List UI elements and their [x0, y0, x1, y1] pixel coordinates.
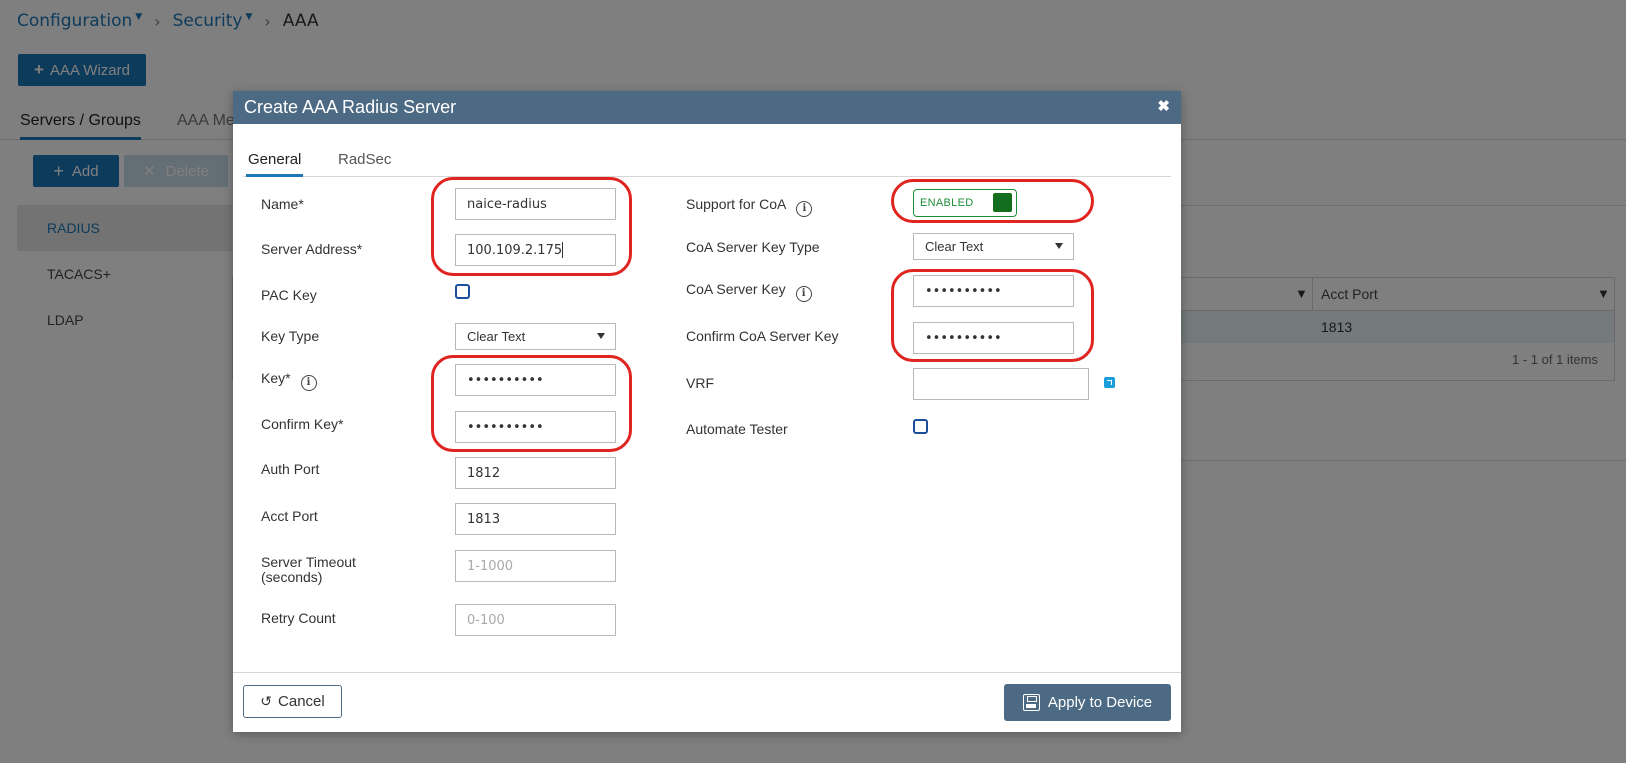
confirm-key-label: Confirm Key* — [261, 416, 344, 432]
support-coa-state: ENABLED — [920, 197, 974, 209]
support-coa-toggle[interactable]: ENABLED — [913, 189, 1017, 217]
create-radius-server-dialog: Create AAA Radius Server ✖ General RadSe… — [233, 91, 1181, 732]
vrf-input[interactable] — [913, 368, 1089, 400]
acct-port-value: 1813 — [467, 511, 501, 527]
server-timeout-label: Server Timeout (seconds) — [261, 555, 356, 585]
apply-to-device-button[interactable]: Apply to Device — [1004, 684, 1171, 721]
confirm-coa-key-label: Confirm CoA Server Key — [686, 328, 839, 344]
confirm-coa-key-value: •••••••••• — [925, 330, 1002, 346]
info-icon[interactable]: i — [300, 375, 317, 391]
name-value: naice-radius — [467, 196, 547, 212]
dialog-footer: ↺ Cancel Apply to Device — [233, 672, 1181, 732]
undo-icon: ↺ — [260, 693, 273, 709]
server-address-label: Server Address* — [261, 241, 363, 257]
dialog-header: Create AAA Radius Server ✖ — [233, 91, 1181, 124]
auth-port-input[interactable]: 1812 — [455, 457, 616, 489]
key-type-select[interactable]: Clear Text — [455, 323, 616, 350]
coa-key-input[interactable]: •••••••••• — [913, 275, 1074, 307]
coa-key-type-value: Clear Text — [925, 239, 984, 254]
auth-port-value: 1812 — [467, 465, 501, 481]
confirm-key-input[interactable]: •••••••••• — [455, 411, 616, 443]
coa-key-type-select[interactable]: Clear Text — [913, 233, 1074, 260]
support-coa-label: Support for CoA i — [686, 196, 813, 217]
toggle-knob — [993, 193, 1012, 212]
tab-radsec[interactable]: RadSec — [338, 151, 391, 168]
text-cursor — [562, 242, 564, 258]
auth-port-label: Auth Port — [261, 461, 320, 477]
dialog-tabs: General RadSec — [243, 144, 1171, 177]
save-icon — [1022, 694, 1040, 711]
server-timeout-label-line2: (seconds) — [261, 569, 323, 585]
coa-key-label-text: CoA Server Key — [686, 281, 786, 297]
key-value: •••••••••• — [467, 372, 544, 388]
info-icon[interactable]: i — [796, 201, 813, 217]
automate-tester-label: Automate Tester — [686, 421, 788, 437]
coa-key-type-label: CoA Server Key Type — [686, 239, 820, 255]
tab-general[interactable]: General — [246, 151, 304, 177]
server-timeout-input[interactable]: 1-1000 — [455, 550, 616, 582]
confirm-coa-key-input[interactable]: •••••••••• — [913, 322, 1074, 354]
key-type-value: Clear Text — [467, 329, 526, 344]
coa-key-label: CoA Server Key i — [686, 282, 812, 302]
pac-key-checkbox[interactable] — [455, 284, 470, 299]
apply-label: Apply to Device — [1047, 694, 1153, 711]
vrf-label: VRF — [686, 375, 714, 391]
server-timeout-label-line1: Server Timeout — [261, 554, 356, 570]
pac-key-label: PAC Key — [261, 287, 317, 303]
retry-count-label: Retry Count — [261, 610, 336, 626]
acct-port-label: Acct Port — [261, 508, 318, 524]
key-label-text: Key* — [261, 370, 291, 386]
name-input[interactable]: naice-radius — [455, 188, 616, 220]
close-icon[interactable]: ✖ — [1157, 97, 1170, 115]
external-link-icon[interactable] — [1104, 377, 1115, 388]
cancel-label: Cancel — [278, 693, 325, 710]
key-label: Key* i — [261, 371, 317, 391]
server-address-value: 100.109.2.175 — [467, 242, 563, 258]
server-address-input[interactable]: 100.109.2.175 — [455, 234, 616, 266]
coa-key-value: •••••••••• — [925, 283, 1002, 299]
server-timeout-placeholder: 1-1000 — [467, 558, 514, 574]
name-label: Name* — [261, 196, 304, 212]
retry-count-placeholder: 0-100 — [467, 612, 505, 628]
confirm-key-value: •••••••••• — [467, 419, 544, 435]
cancel-button[interactable]: ↺ Cancel — [243, 685, 342, 718]
key-input[interactable]: •••••••••• — [455, 364, 616, 396]
key-type-label: Key Type — [261, 328, 320, 344]
info-icon[interactable]: i — [795, 286, 812, 302]
acct-port-input[interactable]: 1813 — [455, 503, 616, 535]
chevron-down-icon — [597, 333, 605, 339]
retry-count-input[interactable]: 0-100 — [455, 604, 616, 636]
chevron-down-icon — [1055, 243, 1063, 249]
automate-tester-checkbox[interactable] — [913, 419, 928, 434]
dialog-title: Create AAA Radius Server — [244, 97, 457, 117]
support-coa-label-text: Support for CoA — [686, 196, 787, 212]
